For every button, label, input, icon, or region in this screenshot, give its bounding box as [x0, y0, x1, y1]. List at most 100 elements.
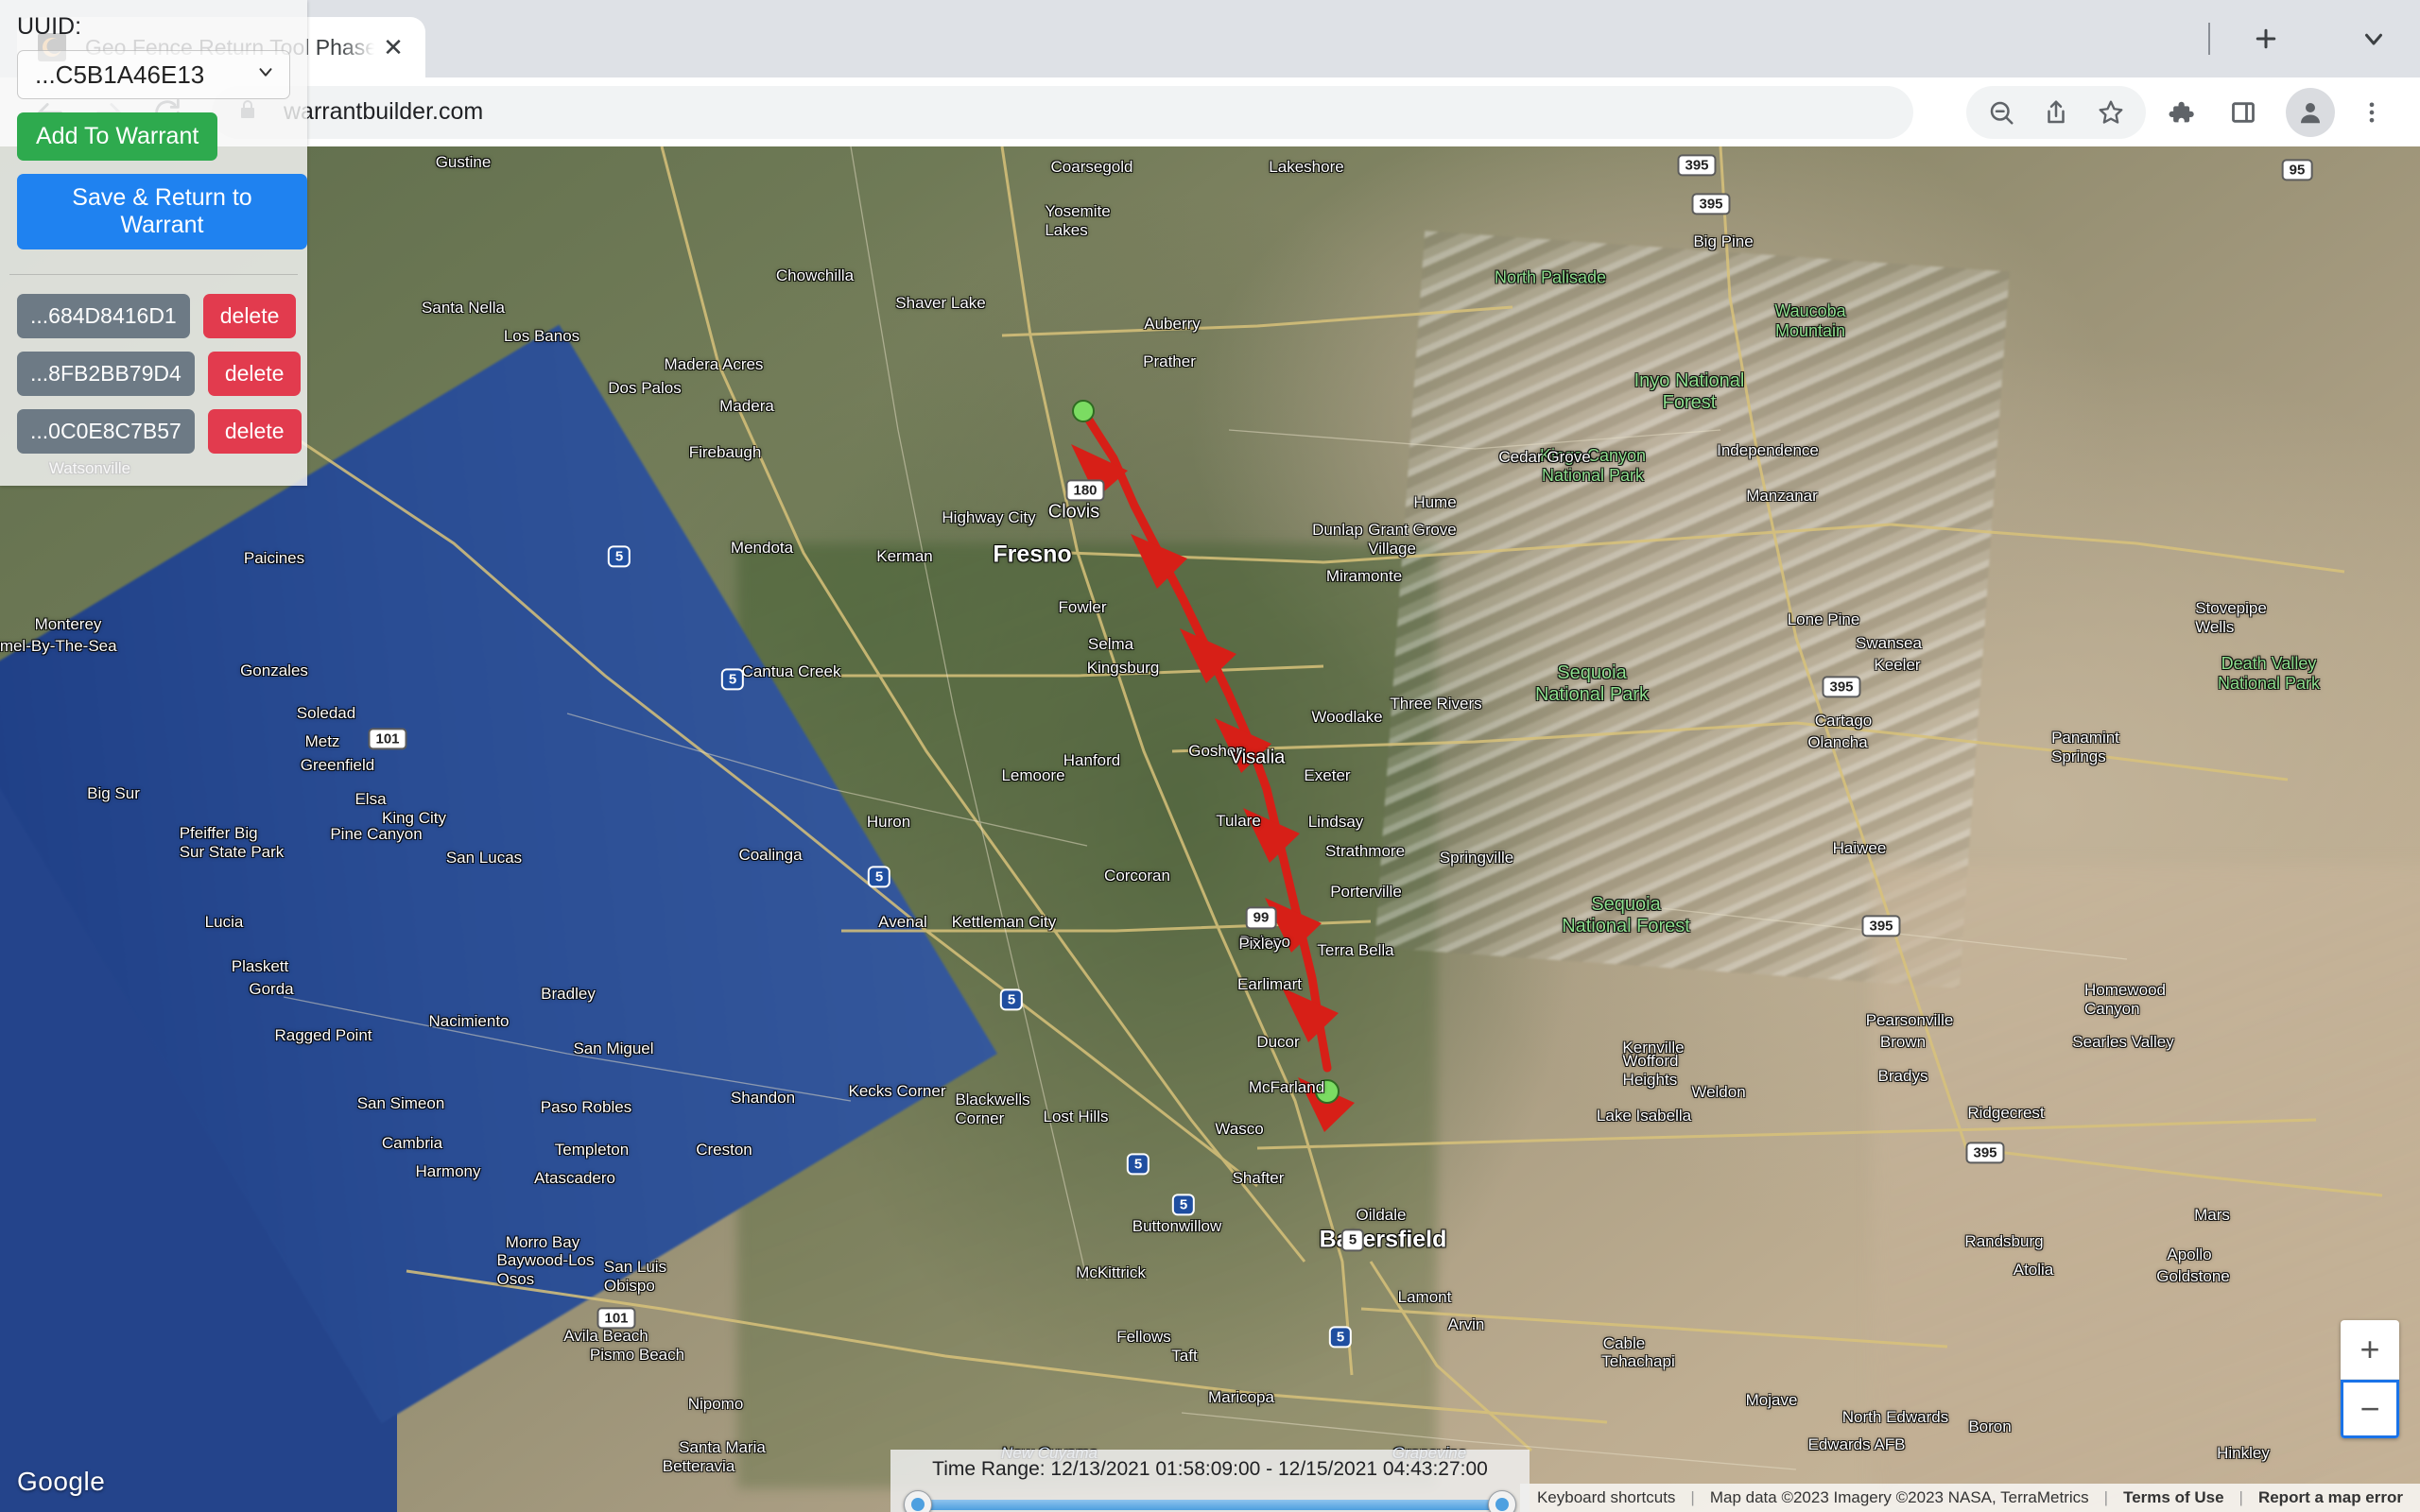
route-shield: 395	[1677, 154, 1717, 177]
route-shield: 5	[999, 988, 1024, 1011]
uuid-list-item: ...0C0E8C7B57 delete	[17, 409, 307, 454]
browser-toolbar: warrantbuilder.com	[0, 77, 2420, 146]
new-tab-button[interactable]	[2237, 9, 2295, 68]
route-shield: 180	[1065, 479, 1105, 502]
zoom-in-button[interactable]: +	[2341, 1320, 2399, 1379]
route-shield: 395	[1861, 915, 1901, 937]
uuid-list: ...684D8416D1 delete ...8FB2BB79D4 delete..…	[0, 294, 307, 454]
uuid-list-item: ...8FB2BB79D4 delete	[17, 352, 307, 396]
map-place-label: Arvin	[1447, 1315, 1485, 1334]
keyboard-shortcuts-link[interactable]: Keyboard shortcuts	[1530, 1488, 1683, 1507]
route-shield: 395	[1965, 1142, 2005, 1164]
time-range-label: Time Range: 12/13/2021 01:58:09:00 - 12/…	[932, 1458, 1488, 1480]
route-shield: 5	[1126, 1152, 1150, 1176]
map-terrain-desert	[1872, 865, 2420, 1512]
zoom-out-icon[interactable]	[1974, 85, 2029, 140]
add-to-warrant-button[interactable]: Add To Warrant	[17, 112, 218, 161]
map-place-label: Auberry	[1144, 314, 1201, 333]
side-panel-icon[interactable]	[2216, 85, 2271, 140]
map-place-label: Madera Acres	[664, 355, 764, 374]
delete-button[interactable]: delete	[202, 294, 297, 338]
route-shield: 395	[1822, 676, 1861, 698]
map-place-label: Prather	[1143, 352, 1196, 371]
divider	[9, 274, 298, 275]
share-icon[interactable]	[2029, 85, 2083, 140]
map-place-label: Weldon	[1691, 1083, 1746, 1102]
google-logo: Google	[17, 1467, 106, 1496]
map-place-label: Gustine	[435, 153, 492, 172]
route-shield: 5	[607, 544, 631, 568]
map-place-label: Big Pine	[1693, 232, 1754, 251]
route-shield: 5	[1171, 1194, 1196, 1216]
map-place-label: Tehachapi	[1601, 1352, 1675, 1371]
map-zoom-controls: + −	[2341, 1320, 2399, 1438]
tab-strip-right	[2208, 0, 2420, 77]
chevron-down-icon	[255, 61, 276, 88]
map-place-label: Mojave	[1745, 1390, 1798, 1409]
delete-button[interactable]: delete	[207, 352, 302, 396]
terms-of-use-link[interactable]: Terms of Use	[2116, 1488, 2231, 1507]
map-place-label: Kernville	[1622, 1038, 1685, 1057]
map-place-label: Yosemite Lakes	[1045, 202, 1111, 240]
time-range-slider[interactable]	[904, 1490, 1516, 1512]
tab-search-chevron-down-icon[interactable]	[2344, 9, 2403, 68]
map-place-label: Coarsegold	[1050, 157, 1133, 176]
map-place-label: Santa Nella	[422, 298, 505, 317]
slider-fill	[917, 1500, 1503, 1510]
uuid-select[interactable]: ...C5B1A46E13	[17, 50, 290, 99]
divider: |	[2238, 1488, 2243, 1506]
uuid-chip-button[interactable]: ...0C0E8C7B57	[17, 409, 195, 454]
extensions-puzzle-icon[interactable]	[2153, 85, 2208, 140]
url-text: warrantbuilder.com	[284, 98, 484, 125]
route-shield: 99	[1245, 906, 1277, 930]
uuid-select-value: ...C5B1A46E13	[35, 60, 205, 89]
uuid-list-item: ...684D8416D1 delete	[17, 294, 307, 338]
map-place-label: Cable	[1602, 1334, 1646, 1353]
three-dot-menu-icon[interactable]	[2344, 85, 2399, 140]
slider-handle-end[interactable]	[1488, 1490, 1516, 1512]
report-map-error-link[interactable]: Report a map error	[2251, 1488, 2411, 1507]
route-shield: 5	[1328, 1326, 1353, 1349]
route-shield: 5	[867, 866, 891, 888]
close-icon[interactable]: ✕	[374, 28, 412, 66]
route-shield: 5	[1340, 1228, 1365, 1252]
zoom-out-button[interactable]: −	[2341, 1380, 2399, 1438]
map-place-label: Wofford Heights	[1622, 1052, 1679, 1090]
map-coast-haze	[0, 676, 851, 1512]
delete-button[interactable]: delete	[207, 409, 302, 454]
map-data-text: Map data ©2023 Imagery ©2023 NASA, Terra…	[1709, 1488, 2089, 1506]
browser-window: Geo Fence Return Tool Phase ✕	[0, 0, 2420, 1512]
map-place-label: Highway City	[942, 508, 1036, 527]
map-place-label: Stovepipe Wells	[2195, 598, 2267, 636]
map-place-label: Dunlap	[1312, 521, 1363, 540]
map-place-label: Lakeshore	[1269, 157, 1344, 176]
geofence-control-panel: UUID: ...C5B1A46E13 Add To Warrant Save …	[0, 0, 307, 486]
map-place-label: Firebaugh	[688, 442, 762, 461]
map-place-label: Panamint Springs	[2051, 728, 2119, 765]
route-shield: 101	[596, 1307, 636, 1330]
divider: |	[1690, 1488, 1695, 1506]
route-shield: 101	[368, 728, 407, 750]
time-range-panel: Time Range: 12/13/2021 01:58:09:00 - 12/…	[890, 1450, 1530, 1512]
map-place-label: Lake Isabella	[1596, 1106, 1692, 1125]
tab-strip: Geo Fence Return Tool Phase ✕	[0, 0, 2420, 77]
address-bar[interactable]: warrantbuilder.com	[212, 85, 1913, 139]
map-attribution: Keyboard shortcuts | Map data ©2023 Imag…	[1519, 1484, 2420, 1512]
map-place-label: Shaver Lake	[895, 294, 986, 313]
uuid-chip-button[interactable]: ...8FB2BB79D4	[17, 352, 195, 396]
save-and-return-to-warrant-button[interactable]: Save & Return to Warrant	[17, 174, 307, 249]
map-place-label: Madera	[719, 396, 774, 415]
map-place-label: Chowchilla	[775, 266, 855, 285]
profile-avatar-icon[interactable]	[2286, 87, 2335, 137]
route-shield: 5	[720, 667, 745, 691]
slider-handle-start[interactable]	[904, 1490, 932, 1512]
map-place-label: Clovis	[1047, 501, 1100, 523]
divider	[2208, 23, 2210, 55]
map-place-label: Dos Palos	[608, 378, 682, 397]
map-canvas[interactable]: Coarsegold Lakeshore Gustine Yosemite Lakes B…	[0, 146, 2420, 1512]
uuid-label: UUID:	[17, 13, 82, 40]
route-shield: 395	[1691, 193, 1731, 215]
bookmark-star-icon[interactable]	[2083, 85, 2138, 140]
route-shield: 95	[2281, 158, 2313, 181]
uuid-chip-button[interactable]: ...684D8416D1	[17, 294, 190, 338]
